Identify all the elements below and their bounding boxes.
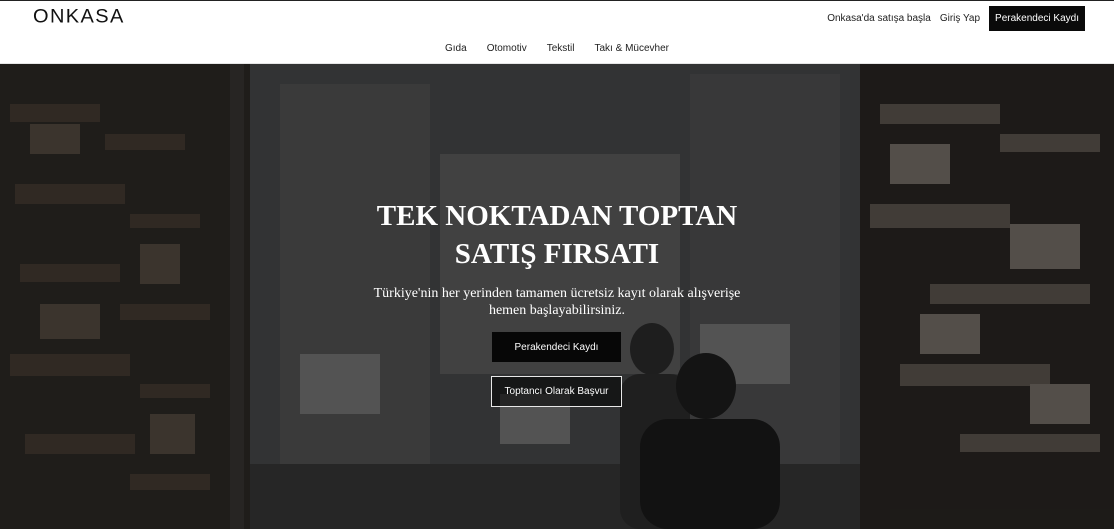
hero-subtitle-line-1: Türkiye'nin her yerinden tamamen ücretsi… [373,286,741,301]
retailer-signup-cta-button[interactable]: Perakendeci Kaydı [492,332,621,362]
category-food[interactable]: Gıda [445,43,467,54]
onkasa-logo[interactable]: ONKASA [33,7,125,29]
login-link[interactable]: Giriş Yap [940,13,980,24]
category-nav: Gıda Otomotiv Tekstil Takı & Mücevher [0,43,1114,54]
wholesaler-apply-button[interactable]: Toptancı Olarak Başvur [491,376,622,407]
hero-title: TEK NOKTADAN TOPTAN SATIŞ FIRSATI [0,197,1114,273]
retailer-signup-button[interactable]: Perakendeci Kaydı [989,6,1085,31]
hero-title-line-1: TEK NOKTADAN TOPTAN [376,200,738,232]
category-automotive[interactable]: Otomotiv [487,43,527,54]
category-textile[interactable]: Tekstil [547,43,575,54]
top-links: Onkasa'da satışa başla Giriş Yap Peraken… [827,6,1085,31]
hero-section: TEK NOKTADAN TOPTAN SATIŞ FIRSATI Türkiy… [0,64,1114,529]
hero-title-line-2: SATIŞ FIRSATI [454,238,660,270]
site-header: ONKASA Onkasa'da satışa başla Giriş Yap … [0,0,1114,64]
hero-subtitle: Türkiye'nin her yerinden tamamen ücretsi… [0,285,1114,319]
category-jewelry[interactable]: Takı & Mücevher [595,43,669,54]
hero-subtitle-line-2: hemen başlayabilirsiniz. [488,303,626,318]
sell-on-onkasa-link[interactable]: Onkasa'da satışa başla [827,13,931,24]
